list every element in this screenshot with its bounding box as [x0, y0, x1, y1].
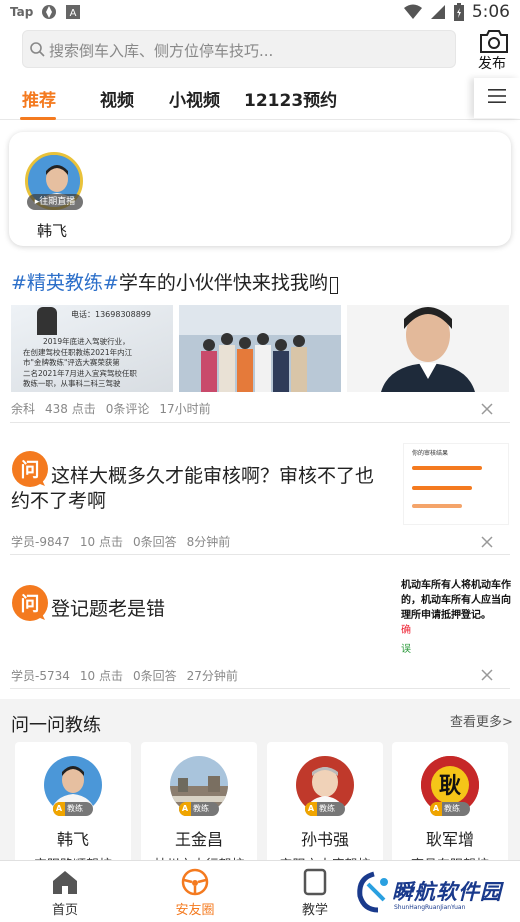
- dismiss-question-icon[interactable]: [480, 535, 494, 549]
- search-bar[interactable]: 搜索倒车入库、侧方位停车技巧...: [22, 30, 456, 68]
- tabs-menu-button[interactable]: [474, 78, 520, 118]
- tab-recommend[interactable]: 推荐: [22, 86, 56, 111]
- question-time: 27分钟前: [186, 669, 238, 683]
- tab-12123-booking[interactable]: 12123预约: [244, 86, 337, 111]
- publish-button[interactable]: 发布: [470, 26, 518, 74]
- post-comments: 0条评论: [105, 402, 150, 416]
- post-time: 17小时前: [159, 402, 211, 416]
- question-title[interactable]: 这样大概多久才能审核啊？审核不了也约不了考啊: [11, 464, 391, 514]
- watermark-text: 瞬航软件园: [392, 880, 502, 904]
- post-tag[interactable]: #精英教练#: [11, 272, 119, 294]
- post-meta: 余科 438 点击 0条评论 17小时前: [11, 400, 221, 417]
- home-icon: [53, 871, 77, 894]
- tab-video[interactable]: 视频: [100, 86, 134, 111]
- see-more-link[interactable]: 查看更多>: [450, 711, 513, 730]
- teaching-icon: [303, 868, 327, 896]
- post-title[interactable]: #精英教练#学车的小伙伴快来找我哟: [11, 268, 338, 295]
- question-thumbnail[interactable]: 机动车所有人将机动车作为 的，机动车所有人应当向 理所申请抵押登记。 确 误: [401, 574, 511, 660]
- coach-badge: A 教练: [430, 802, 470, 816]
- nav-teaching-label: 教学: [301, 903, 328, 918]
- post-author[interactable]: 余科: [11, 402, 35, 416]
- wifi-icon: [403, 4, 422, 19]
- status-bar: Tap A 5:06: [0, 0, 520, 26]
- coach-badge: A 教练: [305, 802, 345, 816]
- question-icon: 问: [12, 585, 48, 621]
- question-meta: 学员-9847 10 点击 0条回答 8分钟前: [11, 533, 240, 550]
- status-time: 5:06: [471, 2, 510, 22]
- category-tabs: 推荐 视频 小视频 12123预约: [0, 78, 520, 120]
- question-author: 学员-9847: [11, 535, 70, 549]
- battery-icon: [453, 3, 464, 21]
- coach-name: 韩飞: [56, 830, 89, 849]
- coach-card[interactable]: A教练 孙书强 安阳市大唐驾校: [267, 742, 383, 873]
- nav-circle-label: 安友圈: [175, 903, 215, 918]
- section-title: 问一问教练: [11, 715, 101, 736]
- search-input[interactable]: 搜索倒车入库、侧方位停车技巧...: [49, 40, 273, 61]
- thumbnail-bar: [412, 504, 462, 508]
- dismiss-question-icon[interactable]: [480, 668, 494, 682]
- post-photo-1[interactable]: 电话：13698308899 2019年底进入驾驶行业， 在创建驾校任职教练20…: [11, 305, 173, 392]
- divider: [10, 688, 510, 689]
- steering-wheel-icon: [181, 868, 209, 896]
- active-tab-indicator: [20, 117, 56, 120]
- nav-home-label: 首页: [51, 903, 78, 918]
- live-replay-badge: ▸往期直播: [27, 194, 83, 210]
- live-streams-card: ▸往期直播 韩飞: [9, 132, 511, 246]
- coach-name: 耿军增: [425, 830, 474, 849]
- question-views: 10 点击: [79, 535, 123, 549]
- question-title[interactable]: 登记题老是错: [51, 597, 391, 622]
- question-answers: 0条回答: [132, 535, 177, 549]
- text-icon: A: [66, 5, 81, 19]
- question-meta: 学员-5734 10 点击 0条回答 27分钟前: [11, 667, 248, 684]
- live-host-name: 韩飞: [37, 222, 68, 240]
- status-app-label: Tap: [10, 5, 34, 19]
- publish-label: 发布: [478, 56, 506, 72]
- portrait-thumb: [37, 307, 57, 335]
- svg-text:耿: 耿: [439, 774, 461, 799]
- dismiss-post-icon[interactable]: [480, 402, 494, 416]
- portrait-photo: [347, 305, 509, 392]
- coach-badge: A 教练: [179, 802, 219, 816]
- emoji-placeholder-icon: [329, 277, 338, 294]
- post-photo-3[interactable]: [347, 305, 509, 392]
- post-views: 438 点击: [45, 402, 96, 416]
- coach-card[interactable]: A教练 王金昌 林州市大行驾校: [141, 742, 257, 873]
- watermark-subtext: ShunHangRuanJianYuan: [394, 904, 466, 911]
- thumbnail-bar: [412, 486, 472, 490]
- thumbnail-bar: [412, 466, 482, 470]
- group-photo: [179, 305, 341, 392]
- question-author: 学员-5734: [11, 669, 70, 683]
- coach-card[interactable]: A教练 韩飞 宜阳路顺驾校: [15, 742, 131, 873]
- question-time: 8分钟前: [186, 535, 231, 549]
- signal-icon: [430, 5, 445, 19]
- coach-name: 孙书强: [300, 830, 349, 849]
- menu-icon: [488, 89, 506, 103]
- coach-badge: A 教练: [53, 802, 93, 816]
- tab-short-video[interactable]: 小视频: [169, 86, 220, 111]
- thumbnail-caption: 你的审核结果: [412, 450, 449, 457]
- divider: [10, 554, 510, 555]
- question-answers: 0条回答: [132, 669, 177, 683]
- photo-caption: 电话：13698308899: [71, 310, 151, 319]
- question-thumbnail[interactable]: 你的审核结果: [403, 443, 509, 525]
- ask-coach-section: 问一问教练 查看更多> A教练 韩飞 宜阳路顺驾校 A教练 王金昌 林州市大行驾…: [0, 699, 520, 873]
- coach-name: 王金昌: [174, 830, 223, 849]
- search-icon: [30, 42, 45, 57]
- post-photo-2[interactable]: [179, 305, 341, 392]
- photos-icon: [42, 5, 57, 19]
- svg-text:问: 问: [20, 593, 39, 615]
- thumbnail-text: 机动车所有人将机动车作为 的，机动车所有人应当向 理所申请抵押登记。 确 误: [401, 580, 511, 655]
- site-watermark: 瞬航软件园 ShunHangRuanJianYuan: [352, 868, 520, 918]
- svg-text:A: A: [70, 8, 77, 19]
- question-views: 10 点击: [79, 669, 123, 683]
- coach-card[interactable]: 耿 A教练 耿军增 商县东阳驾校: [392, 742, 508, 873]
- watermark-logo-icon: [357, 871, 388, 913]
- photo-text-block: 2019年底进入驾驶行业， 在创建驾校任职教练2021年内江 市"金牌教练"评选…: [23, 337, 137, 388]
- camera-icon: [480, 30, 508, 53]
- divider: [10, 422, 510, 423]
